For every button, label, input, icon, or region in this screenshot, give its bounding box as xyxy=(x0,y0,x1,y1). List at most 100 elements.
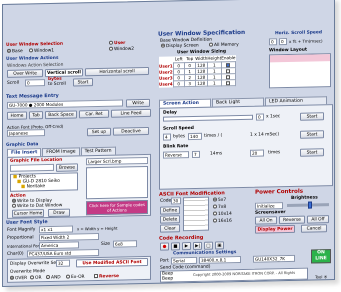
scroll-speed-bytes-label: bytes xyxy=(173,134,186,140)
tab-horizontal-scroll[interactable]: Horizontal scroll xyxy=(85,66,149,77)
next-button[interactable]: ▶| xyxy=(193,241,202,250)
font-deactivate-button[interactable]: Deactive xyxy=(113,126,149,136)
mode-over[interactable]: OVER xyxy=(10,275,27,281)
scroll-bytes-field[interactable]: 0 xyxy=(25,79,45,87)
define-button[interactable]: Define xyxy=(160,206,180,215)
radio-icon xyxy=(7,48,11,53)
graphic-tab-content: Graphic File Location Browse Larger Scrl… xyxy=(7,153,151,219)
delay-slider[interactable] xyxy=(163,114,253,122)
radio-icon xyxy=(12,198,16,203)
overwrite-value-field[interactable]: 32 xyxy=(56,259,70,267)
baud-select[interactable]: 38400,n,8,1 xyxy=(199,255,241,264)
draw-button[interactable]: Draw xyxy=(48,208,70,218)
record-button[interactable]: ● xyxy=(160,242,169,251)
mode-and[interactable]: AND xyxy=(46,274,61,281)
save-button[interactable]: ▣ xyxy=(215,241,224,250)
table-cell[interactable]: 3 xyxy=(184,79,196,87)
browse-button[interactable]: Browse xyxy=(56,163,78,172)
action-font-select[interactable]: Japanese xyxy=(7,129,45,137)
horiz-scroll-unit: x Ts + Tm(msec) xyxy=(289,38,323,44)
radio-user[interactable]: User xyxy=(109,40,125,46)
open-button[interactable]: □ xyxy=(204,241,213,250)
radio-icon xyxy=(161,43,165,48)
font-setup-button[interactable]: Set up xyxy=(87,127,111,137)
horiz-scroll-b-field[interactable]: 0 xyxy=(279,38,287,46)
row-label: User4 xyxy=(159,80,173,87)
horiz-scroll-a-field[interactable]: 0 xyxy=(269,38,277,46)
checkbox-icon xyxy=(225,62,230,67)
brightness-select[interactable]: Initialize xyxy=(255,202,283,210)
mode-or[interactable]: OR xyxy=(30,275,42,281)
back-space-button[interactable]: Back Space xyxy=(45,110,77,120)
size-label: Size xyxy=(101,241,111,247)
delete-button[interactable]: Delete xyxy=(160,215,180,224)
radio-base[interactable]: Base xyxy=(7,48,23,55)
play-button[interactable]: ▶ xyxy=(182,242,191,251)
save-icon: ▣ xyxy=(217,243,222,249)
enable-checkbox[interactable] xyxy=(221,79,236,86)
font-magnify-select[interactable]: x1 x1 xyxy=(39,225,73,234)
clear-button[interactable]: Clear xyxy=(160,224,180,233)
radio-window2[interactable]: Window2 xyxy=(109,46,134,52)
stop-button[interactable]: ■ xyxy=(171,242,180,251)
brightness-slider[interactable] xyxy=(287,201,329,209)
international-select[interactable]: America xyxy=(39,241,79,250)
blink-ms-field[interactable]: 7 xyxy=(192,150,200,159)
delay-value[interactable]: 0 xyxy=(256,113,264,121)
radio-icon xyxy=(109,40,113,45)
table-cell[interactable]: 128 xyxy=(195,79,208,86)
file-location-field[interactable] xyxy=(10,163,54,172)
size-select[interactable]: 6x8 xyxy=(113,240,137,248)
font-style-title: User Font Style xyxy=(6,220,48,226)
size-10x14[interactable]: 10x14 xyxy=(213,211,232,217)
device-select[interactable]: GU140X32_7K xyxy=(253,254,295,263)
blink-mode-select[interactable]: Reverse xyxy=(163,151,189,159)
size-16x16[interactable]: 16x16 xyxy=(213,218,232,224)
proportional-select[interactable]: Fixed Width 2 xyxy=(39,232,99,242)
scroll-speed-times[interactable]: 140 xyxy=(188,132,202,141)
cancel-button[interactable]: Cancel xyxy=(301,224,327,233)
radio-window1[interactable]: Window1 xyxy=(29,48,54,54)
scroll-start-button[interactable]: Start xyxy=(73,78,93,87)
ascii-font-group: ASCII Font Modification Code 30 Define D… xyxy=(159,190,249,234)
display-power-button[interactable]: Display Power xyxy=(255,224,295,234)
radio-display-screen[interactable]: Display Screen xyxy=(161,43,199,49)
car-ret-button[interactable]: Car. Ret xyxy=(79,109,109,119)
app-window: User Window Selection User Base Window1 … xyxy=(2,0,335,287)
blink-start-button[interactable]: Start xyxy=(300,148,324,157)
table-cell[interactable]: 1 xyxy=(207,79,222,86)
port-select[interactable]: Serial xyxy=(171,256,197,265)
tab-over-write[interactable]: Over Write xyxy=(7,69,43,78)
code-field[interactable]: 30 xyxy=(171,197,181,205)
scroll-speed-bytes[interactable]: 4 xyxy=(163,133,171,141)
checkbox-icon xyxy=(225,68,230,73)
table-cell[interactable]: 0 xyxy=(173,80,185,87)
brightness-thumb[interactable] xyxy=(308,201,312,209)
all-off-button[interactable]: All Off xyxy=(307,215,329,224)
tree-item[interactable]: ■ Noritake xyxy=(21,184,45,190)
all-on-button[interactable]: All On xyxy=(255,216,277,225)
cursor-home-button[interactable]: Cursor Home xyxy=(12,209,44,218)
write-button[interactable]: Write xyxy=(126,98,150,108)
trademark-text: Tool ® xyxy=(315,274,328,280)
reverse-checkbox[interactable]: Reverse xyxy=(94,273,119,280)
image-name-field[interactable]: Larger Scrl.bmp xyxy=(86,156,148,166)
home-button[interactable]: Home xyxy=(7,111,27,120)
brightness-title: Brightness xyxy=(291,195,318,201)
text-message-input[interactable]: GU-7000 ● 2000 Modules xyxy=(7,99,123,109)
file-tree[interactable]: ■ Projects ■ GU-D 2810 Seiko ■ Noritake xyxy=(10,172,78,192)
radio-all-memory[interactable]: All Memory xyxy=(209,42,239,48)
size-7x8[interactable]: 7x8 xyxy=(213,204,226,210)
line-feed-button[interactable]: Line Feed xyxy=(111,108,151,118)
blink-times-field[interactable]: 20 xyxy=(250,149,264,157)
scroll-speed-start-button[interactable]: Start xyxy=(300,130,324,139)
glyph-editor-grid[interactable] xyxy=(183,196,209,232)
reverse-button[interactable]: Reverse xyxy=(279,215,305,225)
delay-start-button[interactable]: Start xyxy=(300,112,324,121)
use-modified-button[interactable]: Use Modified ASCII Font xyxy=(76,257,148,268)
tab-button[interactable]: Tab xyxy=(29,111,43,120)
left-panel: User Window Selection User Base Window1 … xyxy=(5,40,155,286)
sample-codes-link[interactable]: Click here for Sample codes of Actions xyxy=(86,199,148,216)
mode-ex-or[interactable]: Ex-OR xyxy=(66,274,85,280)
size-5x7[interactable]: 5x7 xyxy=(213,197,226,203)
